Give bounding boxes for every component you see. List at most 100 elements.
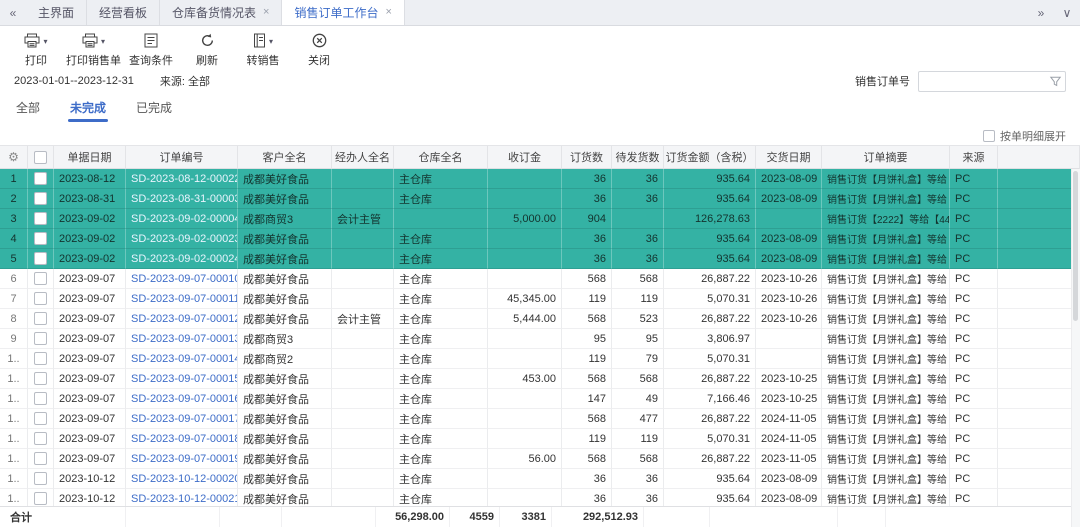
query-conditions-button[interactable]: 查询条件	[125, 33, 177, 68]
order-row[interactable]: 1..2023-09-07SD-2023-09-07-00017成都美好食品主仓…	[0, 409, 1080, 429]
dropdown-caret-icon[interactable]: ▾	[101, 37, 105, 46]
cell-order_no[interactable]: SD-2023-09-07-00015	[126, 369, 238, 389]
column-header-warehouse[interactable]: 仓库全名	[394, 146, 488, 169]
order-row[interactable]: 1..2023-09-07SD-2023-09-07-00019成都美好食品主仓…	[0, 449, 1080, 469]
row-checkbox[interactable]	[34, 212, 47, 225]
row-checkbox[interactable]	[34, 472, 47, 485]
column-header-deposit[interactable]: 收订金	[488, 146, 562, 169]
order-row[interactable]: 1..2023-09-07SD-2023-09-07-00018成都美好食品主仓…	[0, 429, 1080, 449]
print-button[interactable]: ▾打印	[10, 33, 62, 68]
row-checkbox[interactable]	[34, 332, 47, 345]
cell-pending: 477	[612, 409, 664, 429]
cell-order_no[interactable]: SD-2023-09-07-00011	[126, 289, 238, 309]
cell-order_no[interactable]: SD-2023-09-02-00004	[126, 209, 238, 229]
cell-order_no[interactable]: SD-2023-10-12-00020	[126, 469, 238, 489]
cell-qty: 119	[562, 289, 612, 309]
cell-customer: 成都商贸3	[238, 209, 332, 229]
order-row[interactable]: 92023-09-07SD-2023-09-07-00013成都商贸3主仓库95…	[0, 329, 1080, 349]
column-header-amount[interactable]: 订货金额（含税）	[664, 146, 756, 169]
order-row[interactable]: 12023-08-12SD-2023-08-12-00022成都美好食品主仓库3…	[0, 169, 1080, 189]
row-checkbox[interactable]	[34, 312, 47, 325]
workspace-tab[interactable]: 仓库备货情况表×	[160, 0, 282, 25]
row-checkbox[interactable]	[34, 492, 47, 505]
row-checkbox[interactable]	[34, 192, 47, 205]
row-checkbox[interactable]	[34, 412, 47, 425]
column-settings-cell[interactable]: ⚙	[0, 146, 28, 169]
dropdown-caret-icon[interactable]: ▾	[269, 37, 273, 46]
order-row[interactable]: 52023-09-02SD-2023-09-02-00024成都美好食品主仓库3…	[0, 249, 1080, 269]
order-row[interactable]: 42023-09-02SD-2023-09-02-00023成都美好食品主仓库3…	[0, 229, 1080, 249]
cell-order_no[interactable]: SD-2023-10-12-00021	[126, 489, 238, 506]
order-row[interactable]: 1..2023-09-07SD-2023-09-07-00016成都美好食品主仓…	[0, 389, 1080, 409]
cell-customer: 成都美好食品	[238, 229, 332, 249]
order-search-input[interactable]	[918, 71, 1066, 92]
column-header-date[interactable]: 单据日期	[54, 146, 126, 169]
subtab-completed[interactable]: 已完成	[136, 99, 172, 122]
row-checkbox[interactable]	[34, 372, 47, 385]
cell-order_no[interactable]: SD-2023-09-07-00016	[126, 389, 238, 409]
cell-order_no[interactable]: SD-2023-08-12-00022	[126, 169, 238, 189]
row-checkbox[interactable]	[34, 292, 47, 305]
order-row[interactable]: 1..2023-09-07SD-2023-09-07-00015成都美好食品主仓…	[0, 369, 1080, 389]
column-header-pending[interactable]: 待发货数	[612, 146, 664, 169]
order-row[interactable]: 1..2023-09-07SD-2023-09-07-00014成都商贸2主仓库…	[0, 349, 1080, 369]
column-header-summary[interactable]: 订单摘要	[822, 146, 950, 169]
column-header-source[interactable]: 来源	[950, 146, 998, 169]
column-header-delivery[interactable]: 交货日期	[756, 146, 822, 169]
select-all-checkbox[interactable]	[34, 151, 47, 164]
vertical-scrollbar[interactable]	[1071, 169, 1080, 527]
close-button[interactable]: 关闭	[293, 33, 345, 68]
cell-order_no[interactable]: SD-2023-09-07-00014	[126, 349, 238, 369]
cell-order_no[interactable]: SD-2023-09-02-00023	[126, 229, 238, 249]
row-checkbox[interactable]	[34, 172, 47, 185]
subtab-all[interactable]: 全部	[16, 99, 40, 122]
column-header-qty[interactable]: 订货数	[562, 146, 612, 169]
cell-order_no[interactable]: SD-2023-09-07-00018	[126, 429, 238, 449]
order-row[interactable]: 62023-09-07SD-2023-09-07-00010成都美好食品主仓库5…	[0, 269, 1080, 289]
row-checkbox[interactable]	[34, 452, 47, 465]
refresh-button[interactable]: 刷新	[181, 33, 233, 68]
row-checkbox[interactable]	[34, 232, 47, 245]
row-checkbox-cell	[28, 249, 54, 269]
workspace-tab[interactable]: 主界面	[26, 0, 87, 25]
subtab-incomplete[interactable]: 未完成	[70, 99, 106, 122]
cell-order_no[interactable]: SD-2023-08-31-00003	[126, 189, 238, 209]
cell-order_no[interactable]: SD-2023-09-07-00010	[126, 269, 238, 289]
gear-icon[interactable]: ⚙	[8, 151, 19, 163]
close-circle-icon	[312, 33, 327, 51]
tab-close-icon[interactable]: ×	[386, 7, 392, 18]
order-row[interactable]: 32023-09-02SD-2023-09-02-00004成都商贸3会计主管5…	[0, 209, 1080, 229]
cell-order_no[interactable]: SD-2023-09-07-00019	[126, 449, 238, 469]
row-checkbox[interactable]	[34, 392, 47, 405]
order-row[interactable]: 1..2023-10-12SD-2023-10-12-00020成都美好食品主仓…	[0, 469, 1080, 489]
row-checkbox[interactable]	[34, 432, 47, 445]
scrollbar-thumb[interactable]	[1073, 171, 1078, 321]
cell-order_no[interactable]: SD-2023-09-07-00012	[126, 309, 238, 329]
filter-funnel-icon[interactable]	[1049, 75, 1062, 88]
order-row[interactable]: 82023-09-07SD-2023-09-07-00012成都美好食品会计主管…	[0, 309, 1080, 329]
workspace-tab[interactable]: 经营看板	[87, 0, 160, 25]
cell-order_no[interactable]: SD-2023-09-02-00024	[126, 249, 238, 269]
cell-order_no[interactable]: SD-2023-09-07-00017	[126, 409, 238, 429]
row-checkbox[interactable]	[34, 252, 47, 265]
workspace-tab[interactable]: 销售订单工作台×	[282, 0, 404, 25]
tabs-collapse-icon[interactable]: «	[0, 0, 26, 25]
order-row[interactable]: 72023-09-07SD-2023-09-07-00011成都美好食品主仓库4…	[0, 289, 1080, 309]
dropdown-caret-icon[interactable]: ▾	[43, 37, 47, 46]
cell-amount: 935.64	[664, 249, 756, 269]
row-checkbox[interactable]	[34, 352, 47, 365]
column-header-customer[interactable]: 客户全名	[238, 146, 332, 169]
print-sales-order-button[interactable]: ▾打印销售单	[66, 33, 121, 68]
column-header-handler[interactable]: 经办人全名	[332, 146, 394, 169]
row-checkbox[interactable]	[34, 272, 47, 285]
tabs-menu-icon[interactable]: ∨	[1054, 0, 1080, 25]
expand-detail-checkbox[interactable]	[983, 130, 995, 142]
transfer-sales-icon	[253, 33, 266, 51]
transfer-to-sales-button[interactable]: ▾转销售	[237, 33, 289, 68]
tabs-expand-icon[interactable]: »	[1028, 0, 1054, 25]
column-header-order_no[interactable]: 订单编号	[126, 146, 238, 169]
tab-close-icon[interactable]: ×	[263, 7, 269, 18]
cell-order_no[interactable]: SD-2023-09-07-00013	[126, 329, 238, 349]
order-row[interactable]: 1..2023-10-12SD-2023-10-12-00021成都美好食品主仓…	[0, 489, 1080, 506]
order-row[interactable]: 22023-08-31SD-2023-08-31-00003成都美好食品主仓库3…	[0, 189, 1080, 209]
